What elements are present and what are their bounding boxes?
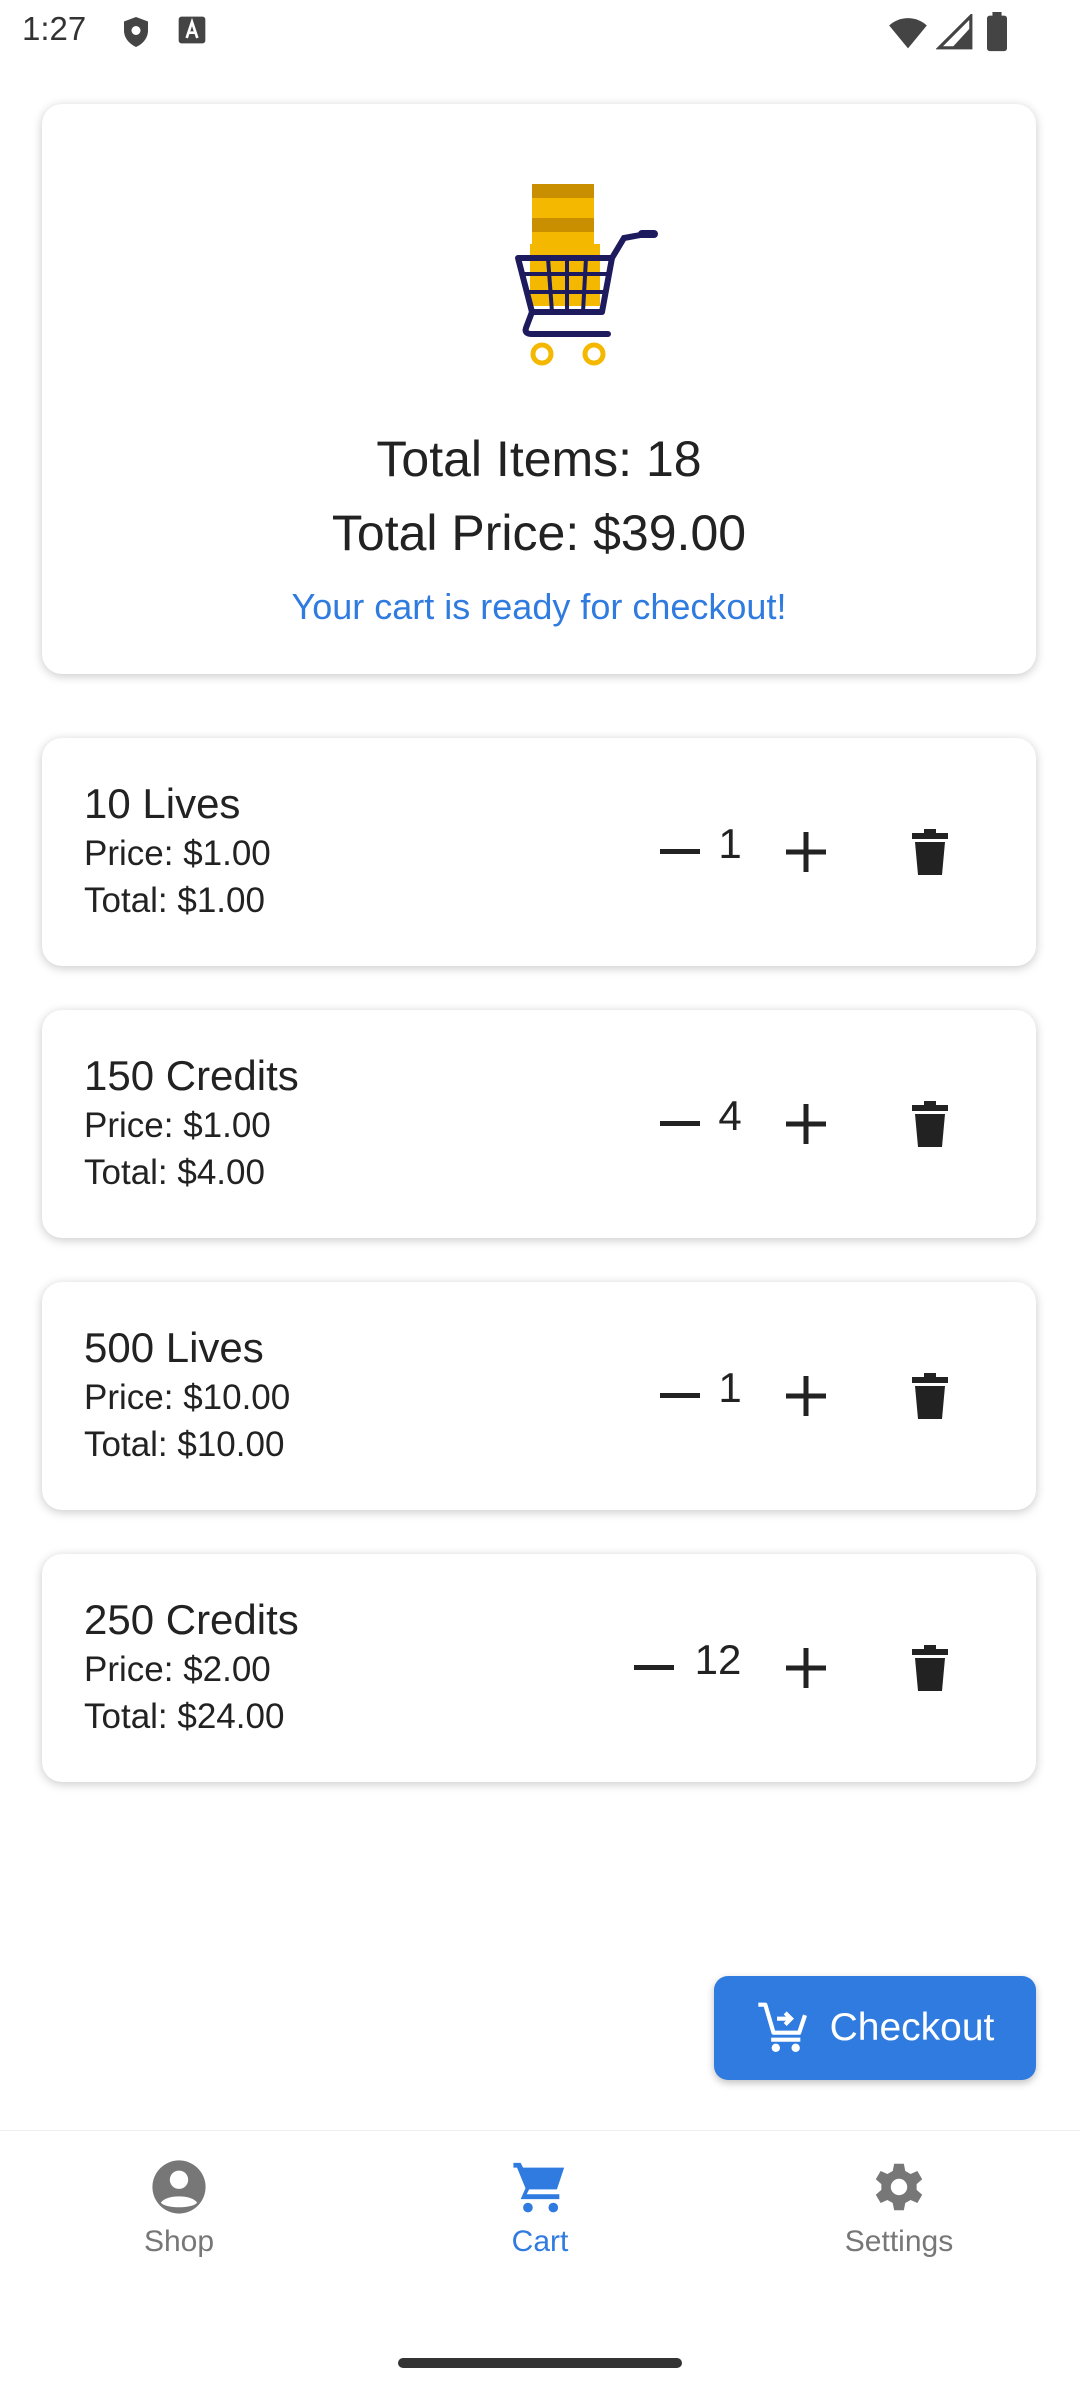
- delete-item-button[interactable]: [904, 1098, 956, 1150]
- quantity-value: 12: [694, 1636, 742, 1683]
- trash-icon: [912, 1645, 948, 1691]
- checkout-label: Checkout: [829, 2006, 995, 2049]
- item-total: Total: $1.00: [84, 881, 265, 920]
- item-total: Total: $4.00: [84, 1153, 265, 1192]
- delete-item-button[interactable]: [904, 826, 956, 878]
- cart-checkout-icon: [757, 2002, 807, 2053]
- account-circle-icon: [152, 2160, 206, 2214]
- item-name: 500 Lives: [84, 1324, 264, 1371]
- wifi-icon: [888, 14, 928, 55]
- status-time: 1:27: [22, 10, 87, 47]
- trash-icon: [912, 1373, 948, 1419]
- minus-icon: [634, 1665, 674, 1670]
- item-price: Price: $10.00: [84, 1378, 291, 1417]
- cart-item-card: 10 Lives Price: $1.00 Total: $1.00 1: [42, 738, 1036, 966]
- cell-signal-icon: [935, 12, 974, 55]
- cart-icon: [513, 2162, 565, 2213]
- trash-icon: [912, 829, 948, 875]
- keyboard-a-icon: [176, 14, 208, 51]
- increase-quantity-button[interactable]: [780, 1370, 832, 1422]
- battery-icon: [986, 12, 1008, 57]
- nav-item-cart[interactable]: Cart: [440, 2157, 640, 2259]
- increase-quantity-button[interactable]: [780, 1098, 832, 1150]
- nav-item-settings[interactable]: Settings: [799, 2157, 999, 2259]
- plus-icon: [786, 832, 826, 872]
- delete-item-button[interactable]: [904, 1642, 956, 1694]
- nav-item-shop[interactable]: Shop: [79, 2157, 279, 2259]
- checkout-button[interactable]: Checkout: [714, 1976, 1036, 2080]
- home-indicator[interactable]: [398, 2358, 682, 2368]
- item-total: Total: $24.00: [84, 1697, 285, 1736]
- item-price: Price: $2.00: [84, 1650, 271, 1689]
- cart-screen: 1:27 Total Items: 18 Total Price: $39.00…: [0, 0, 1080, 2400]
- item-name: 250 Credits: [84, 1596, 299, 1643]
- nav-label-cart: Cart: [511, 2225, 569, 2258]
- nav-label-shop: Shop: [143, 2225, 215, 2258]
- cart-item-card: 500 Lives Price: $10.00 Total: $10.00 1: [42, 1282, 1036, 1510]
- total-items-text: Total Items: 18: [376, 431, 702, 487]
- quantity-value: 1: [718, 820, 742, 867]
- trash-icon: [912, 1101, 948, 1147]
- item-total: Total: $10.00: [84, 1425, 285, 1464]
- plus-icon: [786, 1104, 826, 1144]
- quantity-value: 1: [718, 1364, 742, 1411]
- shopping-cart-illustration: [512, 174, 672, 374]
- plus-icon: [786, 1376, 826, 1416]
- cart-status-message: Your cart is ready for checkout!: [291, 586, 787, 627]
- item-price: Price: $1.00: [84, 1106, 271, 1145]
- status-bar: 1:27: [0, 0, 1080, 66]
- quantity-value: 4: [718, 1092, 742, 1139]
- total-price-text: Total Price: $39.00: [331, 505, 747, 561]
- nav-label-settings: Settings: [844, 2225, 954, 2258]
- item-price: Price: $1.00: [84, 834, 271, 873]
- bottom-navigation: Shop Cart Settings: [0, 2130, 1080, 2330]
- cart-item-card: 250 Credits Price: $2.00 Total: $24.00 1…: [42, 1554, 1036, 1782]
- increase-quantity-button[interactable]: [780, 1642, 832, 1694]
- cart-summary-card: Total Items: 18 Total Price: $39.00 Your…: [42, 104, 1036, 674]
- cart-item-card: 150 Credits Price: $1.00 Total: $4.00 4: [42, 1010, 1036, 1238]
- decrease-quantity-button[interactable]: [628, 1642, 680, 1694]
- delete-item-button[interactable]: [904, 1370, 956, 1422]
- shield-icon: [118, 14, 154, 55]
- plus-icon: [786, 1648, 826, 1688]
- item-name: 150 Credits: [84, 1052, 299, 1099]
- increase-quantity-button[interactable]: [780, 826, 832, 878]
- item-name: 10 Lives: [84, 780, 241, 827]
- gear-icon: [875, 2163, 923, 2211]
